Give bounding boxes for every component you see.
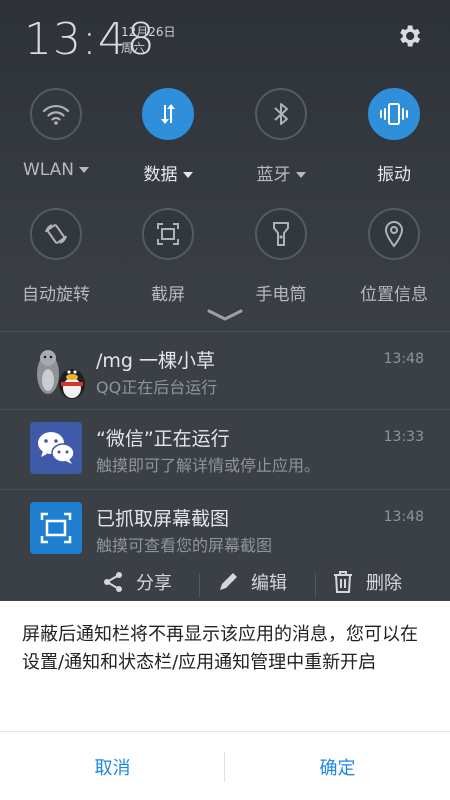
- toggle-bluetooth[interactable]: 蓝牙: [225, 88, 337, 185]
- notification-time: 13:48: [383, 509, 424, 525]
- auto-rotate-icon: [30, 208, 82, 260]
- toggle-auto-rotate-label: 自动旋转: [22, 285, 90, 305]
- confirm-button[interactable]: 确定: [225, 732, 450, 800]
- qq-icon: [30, 344, 85, 399]
- delete-label: 删除: [366, 573, 402, 594]
- screenshot-icon: [142, 208, 194, 260]
- toggle-vibrate-label: 振动: [377, 165, 411, 185]
- toggle-vibrate[interactable]: 振动: [338, 88, 450, 185]
- edit-button[interactable]: 编辑: [217, 569, 287, 595]
- toggle-flashlight[interactable]: 手电筒: [225, 208, 337, 305]
- action-divider: [199, 573, 200, 597]
- flashlight-icon: [255, 208, 307, 260]
- date-block: 12月26日 周六: [121, 24, 176, 56]
- notification-qq[interactable]: /mg 一棵小草 QQ正在后台运行 13:48: [0, 331, 450, 409]
- share-icon: [104, 572, 122, 592]
- toggle-flashlight-label: 手电筒: [255, 285, 307, 305]
- wechat-icon: [30, 422, 82, 474]
- block-notification-dialog: 屏蔽后通知栏将不再显示该应用的消息，您可以在设置/通知和状态栏/应用通知管理中重…: [0, 601, 450, 800]
- toggle-wlan[interactable]: WLAN: [0, 88, 112, 180]
- chevron-down-icon: [295, 172, 306, 178]
- notification-title: “微信”正在运行: [96, 428, 230, 450]
- notification-time: 13:33: [383, 429, 424, 445]
- toggle-auto-rotate[interactable]: 自动旋转: [0, 208, 112, 305]
- chevron-down-icon: [182, 172, 193, 178]
- cancel-button[interactable]: 取消: [0, 732, 225, 800]
- notification-time: 13:48: [383, 351, 424, 367]
- notification-wechat[interactable]: “微信”正在运行 触摸即可了解详情或停止应用。 13:33: [0, 409, 450, 487]
- screenshot-actions: 分享 编辑 删除: [0, 565, 450, 601]
- notification-subtitle: 触摸即可了解详情或停止应用。: [96, 456, 321, 475]
- trash-icon: [334, 571, 352, 593]
- dialog-buttons: 取消 确定: [0, 731, 450, 800]
- dialog-message: 屏蔽后通知栏将不再显示该应用的消息，您可以在设置/通知和状态栏/应用通知管理中重…: [22, 624, 418, 673]
- date: 12月26日: [121, 25, 176, 39]
- wifi-icon: [30, 88, 82, 140]
- notification-shade: 13:48 12月26日 周六 WLAN 数据 蓝牙 振动 自动旋转 截屏 手电…: [0, 0, 450, 330]
- toggle-wlan-label: WLAN: [22, 160, 75, 180]
- toggle-screenshot[interactable]: 截屏: [112, 208, 224, 305]
- share-button[interactable]: 分享: [102, 569, 172, 595]
- share-label: 分享: [136, 573, 172, 594]
- toggle-data-label: 数据: [143, 165, 178, 185]
- edit-label: 编辑: [251, 573, 287, 594]
- toggle-location[interactable]: 位置信息: [338, 208, 450, 305]
- pencil-icon: [220, 573, 237, 590]
- notification-title: /mg 一棵小草: [96, 350, 216, 372]
- screenshot-icon: [30, 502, 82, 554]
- notification-subtitle: 触摸可查看您的屏幕截图: [96, 536, 273, 555]
- vibrate-icon: [368, 88, 420, 140]
- delete-button[interactable]: 删除: [332, 569, 402, 595]
- chevron-down-icon: [79, 167, 90, 173]
- settings-gear-icon[interactable]: [395, 22, 423, 50]
- toggle-data[interactable]: 数据: [112, 88, 224, 185]
- action-divider: [315, 573, 316, 597]
- bluetooth-icon: [255, 88, 307, 140]
- notification-title: 已抓取屏幕截图: [96, 508, 230, 530]
- location-icon: [368, 208, 420, 260]
- notification-screenshot[interactable]: 已抓取屏幕截图 触摸可查看您的屏幕截图 13:48: [0, 489, 450, 567]
- data-arrows-icon: [142, 88, 194, 140]
- collapse-chevron-icon[interactable]: [206, 308, 244, 322]
- toggle-screenshot-label: 截屏: [151, 285, 185, 305]
- notification-subtitle: QQ正在后台运行: [96, 378, 218, 397]
- notification-list: /mg 一棵小草 QQ正在后台运行 13:48 “微信”正在运行 触摸即可了解详…: [0, 331, 450, 601]
- toggle-location-label: 位置信息: [360, 285, 428, 305]
- weekday: 周六: [121, 41, 146, 55]
- toggle-bluetooth-label: 蓝牙: [256, 165, 291, 185]
